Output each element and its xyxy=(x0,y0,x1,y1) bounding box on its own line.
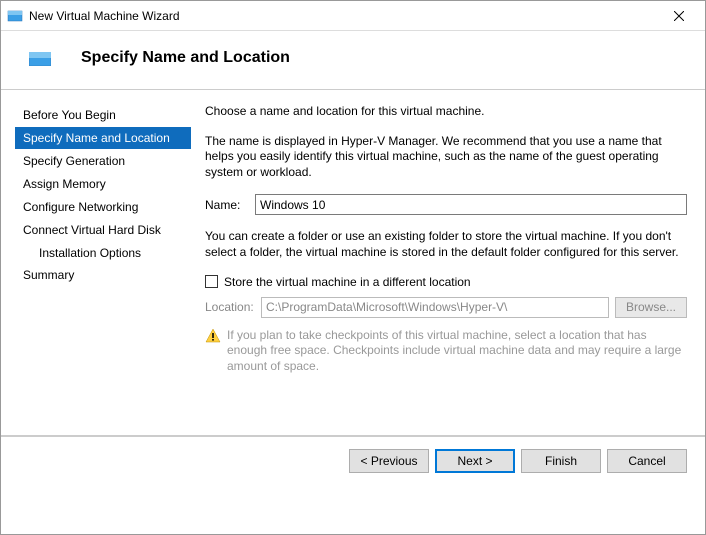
intro-text: Choose a name and location for this virt… xyxy=(205,104,687,120)
wizard-icon xyxy=(7,8,23,24)
name-label: Name: xyxy=(205,198,255,212)
wizard-header: Specify Name and Location xyxy=(1,31,705,89)
step-before-you-begin[interactable]: Before You Begin xyxy=(15,104,191,126)
different-location-checkbox[interactable] xyxy=(205,275,218,288)
location-label: Location: xyxy=(205,300,261,314)
window-title: New Virtual Machine Wizard xyxy=(29,9,659,23)
step-configure-networking[interactable]: Configure Networking xyxy=(15,196,191,218)
previous-button[interactable]: < Previous xyxy=(349,449,429,473)
monitor-icon xyxy=(29,52,51,66)
location-input xyxy=(261,297,609,318)
finish-button[interactable]: Finish xyxy=(521,449,601,473)
warning-icon xyxy=(205,328,221,344)
name-hint-text: The name is displayed in Hyper-V Manager… xyxy=(205,134,687,181)
name-field-row: Name: xyxy=(205,194,687,215)
different-location-label: Store the virtual machine in a different… xyxy=(224,275,471,289)
warning-text: If you plan to take checkpoints of this … xyxy=(227,328,687,375)
step-installation-options[interactable]: Installation Options xyxy=(15,242,191,264)
wizard-content: Choose a name and location for this virt… xyxy=(191,90,705,435)
step-specify-generation[interactable]: Specify Generation xyxy=(15,150,191,172)
wizard-body: Before You Begin Specify Name and Locati… xyxy=(1,90,705,435)
close-button[interactable] xyxy=(659,1,699,31)
next-button[interactable]: Next > xyxy=(435,449,515,473)
wizard-steps: Before You Begin Specify Name and Locati… xyxy=(1,90,191,435)
folder-hint-text: You can create a folder or use an existi… xyxy=(205,229,687,260)
step-specify-name-location[interactable]: Specify Name and Location xyxy=(15,127,191,149)
name-input[interactable] xyxy=(255,194,687,215)
page-title: Specify Name and Location xyxy=(81,49,290,67)
cancel-button[interactable]: Cancel xyxy=(607,449,687,473)
close-icon xyxy=(674,11,684,21)
location-row: Location: Browse... xyxy=(205,297,687,318)
titlebar: New Virtual Machine Wizard xyxy=(1,1,705,31)
warning-row: If you plan to take checkpoints of this … xyxy=(205,328,687,375)
step-assign-memory[interactable]: Assign Memory xyxy=(15,173,191,195)
browse-button: Browse... xyxy=(615,297,687,318)
step-connect-vhd[interactable]: Connect Virtual Hard Disk xyxy=(15,219,191,241)
different-location-row: Store the virtual machine in a different… xyxy=(205,275,687,289)
wizard-footer: < Previous Next > Finish Cancel xyxy=(1,436,705,485)
step-summary[interactable]: Summary xyxy=(15,264,191,286)
